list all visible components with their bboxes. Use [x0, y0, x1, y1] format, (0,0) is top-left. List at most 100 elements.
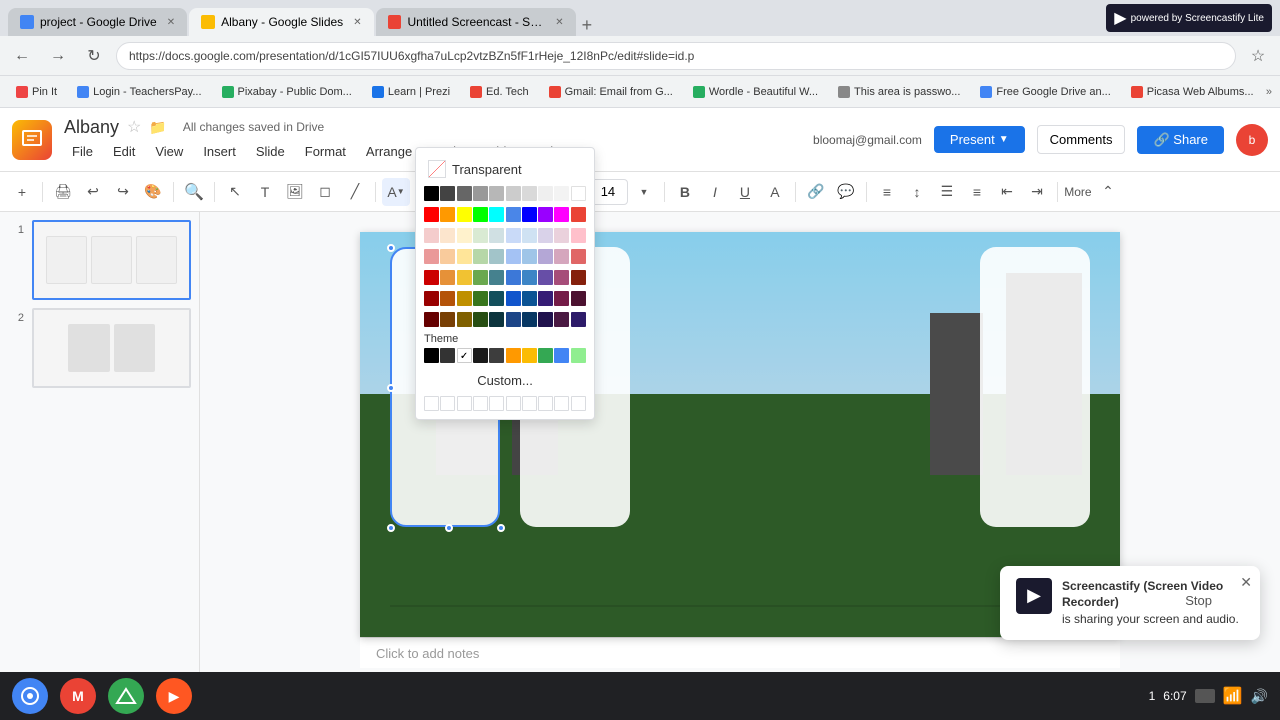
back-button[interactable]: ← [8, 42, 36, 70]
dkk-5[interactable] [489, 312, 504, 327]
color-green[interactable] [473, 207, 488, 222]
indent-more-button[interactable]: ⇥ [1023, 178, 1051, 206]
color-blue-light[interactable] [506, 207, 521, 222]
bookmark-pin-it[interactable]: Pin It [8, 84, 65, 100]
italic-button[interactable]: I [701, 178, 729, 206]
dk-10[interactable] [571, 291, 586, 306]
bookmark-wordle[interactable]: Wordle - Beautiful W... [685, 84, 826, 100]
color-gray4[interactable] [489, 186, 504, 201]
dkk-3[interactable] [457, 312, 472, 327]
dkk-1[interactable] [424, 312, 439, 327]
d-3[interactable] [457, 270, 472, 285]
slide-thumb-1[interactable] [32, 220, 191, 300]
dk-6[interactable] [506, 291, 521, 306]
color-gray8[interactable] [554, 186, 569, 201]
more-button[interactable]: More [1064, 178, 1092, 206]
color-gray1[interactable] [440, 186, 455, 201]
dkk-10[interactable] [571, 312, 586, 327]
d-5[interactable] [489, 270, 504, 285]
ps-6[interactable] [506, 228, 521, 243]
toolbar-line-button[interactable]: ╱ [341, 178, 369, 206]
custom-swatch-8[interactable] [538, 396, 553, 411]
d-2[interactable] [440, 270, 455, 285]
dk-4[interactable] [473, 291, 488, 306]
line-spacing-button[interactable]: ↕ [903, 178, 931, 206]
indent-less-button[interactable]: ⇤ [993, 178, 1021, 206]
new-tab-button[interactable]: + [582, 15, 593, 36]
custom-swatch-9[interactable] [554, 396, 569, 411]
dk-2[interactable] [440, 291, 455, 306]
menu-edit[interactable]: Edit [105, 140, 143, 163]
theme-10[interactable] [571, 348, 586, 363]
ps-4[interactable] [473, 228, 488, 243]
tab-drive[interactable]: project - Google Drive ✕ [8, 8, 187, 36]
share-button[interactable]: 🔗 Share [1137, 126, 1224, 154]
theme-9[interactable] [554, 348, 569, 363]
menu-view[interactable]: View [147, 140, 191, 163]
user-avatar[interactable]: b [1236, 124, 1268, 156]
gmail-taskbar-icon[interactable]: M [60, 678, 96, 714]
color-gray5[interactable] [506, 186, 521, 201]
dkk-6[interactable] [506, 312, 521, 327]
dk-7[interactable] [522, 291, 537, 306]
theme-8[interactable] [538, 348, 553, 363]
screencastify-close-button[interactable]: ✕ [1240, 574, 1252, 591]
d-4[interactable] [473, 270, 488, 285]
color-gray7[interactable] [538, 186, 553, 201]
menu-slide[interactable]: Slide [248, 140, 293, 163]
ps-9[interactable] [554, 228, 569, 243]
toolbar-redo-button[interactable]: ↪ [109, 178, 137, 206]
color-gray3[interactable] [473, 186, 488, 201]
theme-1[interactable] [424, 348, 439, 363]
toolbar-format-paint-button[interactable]: 🎨 [139, 178, 167, 206]
d-9[interactable] [554, 270, 569, 285]
color-black[interactable] [424, 186, 439, 201]
slide-notes-bar[interactable]: Click to add notes [360, 637, 1120, 668]
m-10[interactable] [571, 249, 586, 264]
shape-right[interactable] [980, 247, 1090, 527]
ps-3[interactable] [457, 228, 472, 243]
font-color-button[interactable]: A [761, 178, 789, 206]
bookmark-prezi[interactable]: Learn | Prezi [364, 84, 458, 100]
d-8[interactable] [538, 270, 553, 285]
d-7[interactable] [522, 270, 537, 285]
address-bar[interactable]: https://docs.google.com/presentation/d/1… [116, 42, 1236, 70]
dk-8[interactable] [538, 291, 553, 306]
bookmark-googledrive[interactable]: Free Google Drive an... [972, 84, 1118, 100]
text-align-button[interactable]: ≡ [873, 178, 901, 206]
numbered-list-button[interactable]: ≡ [963, 178, 991, 206]
color-orange[interactable] [440, 207, 455, 222]
dkk-4[interactable] [473, 312, 488, 327]
handle-mid-left[interactable] [387, 384, 395, 392]
handle-bot-right[interactable] [497, 524, 505, 532]
color-magenta[interactable] [554, 207, 569, 222]
toolbar-bg-color-button[interactable]: A ▼ [382, 178, 410, 206]
present-button[interactable]: Present ▼ [934, 126, 1025, 153]
handle-bot-left[interactable] [387, 524, 395, 532]
ps-7[interactable] [522, 228, 537, 243]
font-size-dropdown[interactable]: ▼ [630, 178, 658, 206]
m-6[interactable] [506, 249, 521, 264]
dkk-7[interactable] [522, 312, 537, 327]
custom-color-button[interactable]: Custom... [424, 369, 586, 392]
underline-button[interactable]: U [731, 178, 759, 206]
tab-drive-close[interactable]: ✕ [167, 17, 175, 28]
toolbar-shape-button[interactable]: ◻ [311, 178, 339, 206]
bookmark-password[interactable]: This area is passwo... [830, 84, 968, 100]
m-9[interactable] [554, 249, 569, 264]
tab-screencast[interactable]: Untitled Screencast - Sc... ✕ [376, 8, 576, 36]
m-7[interactable] [522, 249, 537, 264]
stop-button[interactable]: Stop [1177, 589, 1220, 612]
toolbar-undo-button[interactable]: ↩ [79, 178, 107, 206]
dk-3[interactable] [457, 291, 472, 306]
custom-swatch-7[interactable] [522, 396, 537, 411]
slide-thumbnail-1[interactable]: 1 [8, 220, 191, 300]
bookmark-star[interactable]: ☆ [1244, 42, 1272, 70]
ps-2[interactable] [440, 228, 455, 243]
color-blue[interactable] [522, 207, 537, 222]
d-10[interactable] [571, 270, 586, 285]
menu-insert[interactable]: Insert [195, 140, 244, 163]
toolbar-add-button[interactable]: + [8, 178, 36, 206]
m-1[interactable] [424, 249, 439, 264]
doc-folder-button[interactable]: 📁 [149, 119, 166, 136]
